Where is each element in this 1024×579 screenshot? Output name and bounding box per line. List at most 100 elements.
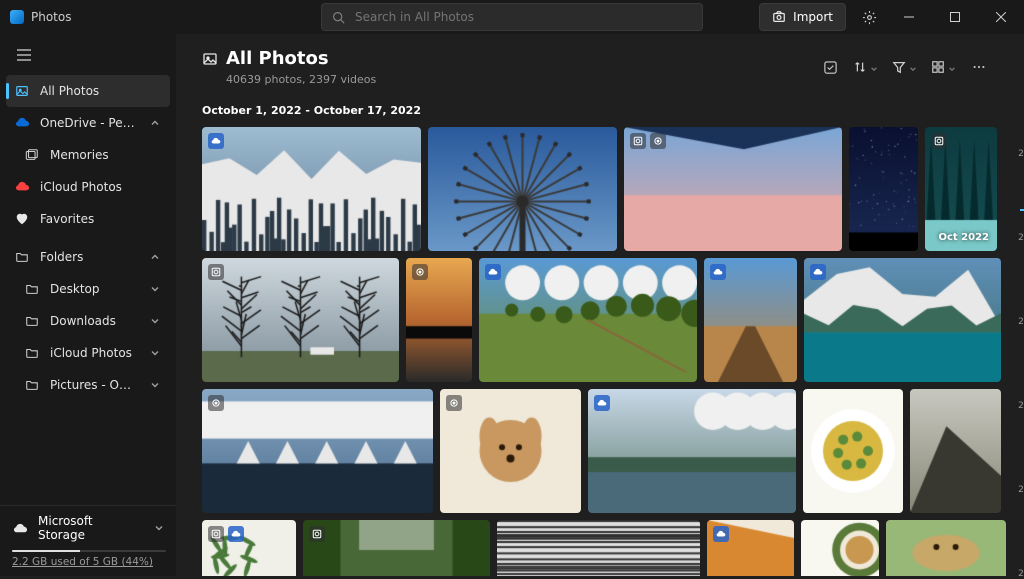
- photo-thumbnail[interactable]: [801, 520, 879, 576]
- thumbnail-badges: [208, 264, 224, 280]
- more-icon: [972, 60, 986, 74]
- photos-icon: [14, 83, 30, 99]
- folder-icon: [24, 377, 40, 393]
- import-button[interactable]: Import: [759, 3, 846, 31]
- photo-thumbnail[interactable]: [202, 127, 421, 251]
- cloud-badge-icon: [228, 526, 244, 542]
- thumbnail-badges: [446, 395, 462, 411]
- photo-thumbnail[interactable]: [707, 520, 794, 576]
- thumbnail-badges: [208, 395, 224, 411]
- motion-badge-icon: [446, 395, 462, 411]
- photo-image: [588, 389, 796, 513]
- timeline-year[interactable]: 2018: [1018, 569, 1024, 579]
- thumbnail-badges: [309, 526, 325, 542]
- close-button[interactable]: [978, 0, 1024, 34]
- sidebar-folder-desktop[interactable]: Desktop: [16, 273, 170, 305]
- more-button[interactable]: [966, 54, 992, 80]
- photo-thumbnail[interactable]: Oct 2022: [925, 127, 997, 251]
- photo-thumbnail[interactable]: [440, 389, 581, 513]
- storage-section[interactable]: Microsoft Storage 2.2 GB used of 5 GB (4…: [0, 505, 176, 576]
- minimize-button[interactable]: [886, 0, 932, 34]
- settings-button[interactable]: [852, 0, 886, 34]
- thumbnail-badges: [594, 395, 610, 411]
- photo-thumbnail[interactable]: [479, 258, 697, 382]
- sidebar-folder-pictures[interactable]: Pictures - OneDrive Personal: [16, 369, 170, 401]
- thumbnail-badges: [208, 133, 224, 149]
- photo-image: [428, 127, 617, 251]
- sidebar-folder-icloud[interactable]: iCloud Photos: [16, 337, 170, 369]
- photo-image: [910, 389, 1001, 513]
- photo-thumbnail[interactable]: [428, 127, 617, 251]
- photo-thumbnail[interactable]: [910, 389, 1001, 513]
- sidebar-item-all-photos[interactable]: All Photos: [6, 75, 170, 107]
- sidebar-item-label: Pictures - OneDrive Personal: [50, 378, 138, 392]
- photo-image: [801, 520, 879, 576]
- sidebar-item-label: Desktop: [50, 282, 138, 296]
- item-count: 40639 photos, 2397 videos: [226, 73, 376, 86]
- gear-icon: [862, 10, 877, 25]
- photo-thumbnail[interactable]: [704, 258, 797, 382]
- sidebar-item-onedrive[interactable]: OneDrive - Personal: [6, 107, 170, 139]
- chevron-down-icon: [870, 58, 878, 77]
- thumbnail-caption: Oct 2022: [938, 232, 989, 243]
- sidebar-item-label: OneDrive - Personal: [40, 116, 138, 130]
- minimize-icon: [904, 12, 914, 22]
- sidebar-item-label: iCloud Photos: [50, 346, 138, 360]
- search-input[interactable]: [353, 9, 692, 25]
- motion-badge-icon: [650, 133, 666, 149]
- storage-usage[interactable]: 2.2 GB used of 5 GB (44%): [12, 556, 166, 568]
- cloud-badge-icon: [485, 264, 501, 280]
- icloud-icon: [14, 179, 30, 195]
- photo-thumbnail[interactable]: [886, 520, 1006, 576]
- chevron-down-icon: [909, 58, 917, 77]
- photo-thumbnail[interactable]: [202, 520, 296, 576]
- timeline-current-marker: [1020, 209, 1024, 211]
- photo-image: [202, 389, 433, 513]
- photo-thumbnail[interactable]: [202, 258, 399, 382]
- sidebar-item-label: Memories: [50, 148, 162, 162]
- sidebar-header-folders[interactable]: Folders: [6, 241, 170, 273]
- view-size-button[interactable]: [927, 54, 960, 80]
- photos-icon: [202, 51, 218, 67]
- maximize-icon: [950, 12, 960, 22]
- maximize-button[interactable]: [932, 0, 978, 34]
- photo-image: [803, 389, 903, 513]
- sidebar-item-label: All Photos: [40, 84, 162, 98]
- hamburger-button[interactable]: [12, 43, 36, 67]
- timeline-year[interactable]: 2020: [1018, 401, 1024, 411]
- timeline-year[interactable]: 2023: [1018, 149, 1024, 159]
- select-mode-button[interactable]: [817, 54, 843, 80]
- cloud-icon: [12, 520, 28, 536]
- filter-icon: [892, 60, 906, 74]
- sidebar-item-favorites[interactable]: Favorites: [6, 203, 170, 235]
- sidebar-folder-downloads[interactable]: Downloads: [16, 305, 170, 337]
- grid-icon: [931, 60, 945, 74]
- photo-thumbnail[interactable]: [803, 389, 903, 513]
- filter-button[interactable]: [888, 54, 921, 80]
- chevron-down-icon: [148, 314, 162, 328]
- search-box[interactable]: [321, 3, 703, 31]
- timeline-year[interactable]: 2019: [1018, 485, 1024, 495]
- sort-button[interactable]: [849, 54, 882, 80]
- photo-thumbnail[interactable]: [497, 520, 700, 576]
- sidebar-item-icloud[interactable]: iCloud Photos: [6, 171, 170, 203]
- photo-thumbnail[interactable]: [303, 520, 490, 576]
- cloud-badge-icon: [810, 264, 826, 280]
- photo-thumbnail[interactable]: [202, 389, 433, 513]
- photo-thumbnail[interactable]: [624, 127, 842, 251]
- thumbnail-badges: [630, 133, 666, 149]
- photo-thumbnail[interactable]: [588, 389, 796, 513]
- timeline-year[interactable]: 2022: [1018, 233, 1024, 243]
- chevron-up-icon: [148, 116, 162, 130]
- photo-thumbnail[interactable]: [804, 258, 1001, 382]
- timeline-scrubber[interactable]: 202320222021202020192018▾: [1016, 34, 1024, 576]
- photo-thumbnail[interactable]: [406, 258, 472, 382]
- photo-thumbnail[interactable]: [849, 127, 918, 251]
- sidebar-item-memories[interactable]: Memories: [16, 139, 170, 171]
- timeline-year[interactable]: 2021: [1018, 317, 1024, 327]
- sort-icon: [853, 60, 867, 74]
- view-toolbar: [817, 54, 992, 80]
- app-icon: [10, 10, 24, 24]
- sidebar-header-label: Folders: [40, 250, 138, 264]
- cloud-badge-icon: [208, 133, 224, 149]
